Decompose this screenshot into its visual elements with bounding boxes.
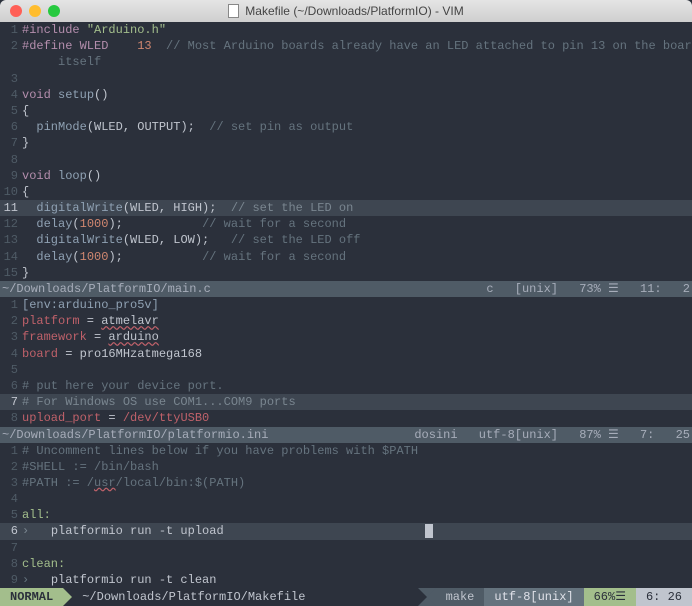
pane-statusbar-platformio-ini: ~/Downloads/PlatformIO/platformio.ini do…	[0, 427, 692, 443]
code-text: atmelavr	[101, 314, 159, 328]
editor-pane-makefile[interactable]: 1# Uncomment lines below if you have pro…	[0, 443, 692, 589]
file-path: ~/Downloads/PlatformIO/main.c	[2, 281, 211, 297]
code-text: }	[22, 266, 29, 280]
code-text: 1000	[80, 217, 109, 231]
pos-col: 2	[683, 282, 690, 296]
code-text: # Uncomment lines below if you have prob…	[22, 444, 418, 458]
zoom-icon[interactable]	[48, 5, 60, 17]
code-text: # For Windows OS use COM1...COM9 ports	[22, 395, 296, 409]
code-text: #PATH := /	[22, 476, 94, 490]
close-icon[interactable]	[10, 5, 22, 17]
encoding: [unix]	[515, 282, 558, 296]
code-text: digitalWrite	[36, 233, 122, 247]
separator-icon	[63, 588, 72, 606]
code-text: ()	[94, 88, 108, 102]
code-text: 1000	[80, 250, 109, 264]
tab-indicator: ›	[22, 573, 51, 587]
pos-line: 7:	[640, 428, 654, 442]
scroll-percent: 87%	[579, 428, 601, 442]
code-text: [env:arduino_pro5v]	[22, 298, 159, 312]
scroll-percent: 73%	[579, 282, 601, 296]
filetype: c	[486, 282, 493, 296]
code-text: framework	[22, 330, 87, 344]
code-text: platformio run -t clean	[51, 573, 217, 587]
code-text: void	[22, 169, 58, 183]
code-text: /local/bin:$(PATH)	[116, 476, 246, 490]
filetype: dosini	[414, 428, 457, 442]
code-text: board	[22, 347, 58, 361]
code-text: }	[22, 136, 29, 150]
window-title: Makefile (~/Downloads/PlatformIO) - VIM	[245, 3, 463, 19]
code-text: /dev/ttyUSB0	[123, 411, 209, 425]
code-text: clean:	[22, 557, 65, 571]
code-text: ()	[87, 169, 101, 183]
pane-statusbar-main-c: ~/Downloads/PlatformIO/main.c c [unix] 7…	[0, 281, 692, 297]
tab-indicator: ›	[22, 524, 51, 538]
code-text: {	[22, 104, 29, 118]
encoding: utf-8[unix]	[479, 428, 558, 442]
code-text: delay	[36, 217, 72, 231]
code-text: // set the LED off	[231, 233, 361, 247]
code-text: all:	[22, 508, 51, 522]
minimize-icon[interactable]	[29, 5, 41, 17]
code-text: usr	[94, 476, 116, 490]
code-text: digitalWrite	[36, 201, 122, 215]
pos-col: 25	[676, 428, 690, 442]
code-text: // wait for a second	[202, 250, 346, 264]
code-text: (WLED, HIGH);	[123, 201, 231, 215]
code-text: upload_port	[22, 411, 101, 425]
code-text: setup	[58, 88, 94, 102]
code-text: // set the LED on	[231, 201, 353, 215]
code-text: loop	[58, 169, 87, 183]
status-encoding: utf-8[unix]	[484, 588, 583, 606]
status-line: NORMAL ~/Downloads/PlatformIO/Makefile m…	[0, 588, 692, 606]
code-text: #SHELL := /bin/bash	[22, 460, 159, 474]
separator-icon	[418, 588, 436, 606]
status-filetype: make	[436, 588, 485, 606]
code-text: // Most Arduino boards already have an L…	[152, 39, 692, 53]
code-text: platformio run -t upload	[51, 524, 224, 538]
code-text: // wait for a second	[202, 217, 346, 231]
code-text: // set pin as output	[209, 120, 353, 134]
code-text: #include	[22, 23, 87, 37]
pos-line: 11:	[640, 282, 662, 296]
file-path: ~/Downloads/PlatformIO/platformio.ini	[2, 427, 268, 443]
status-percent: 66% ☰	[584, 588, 636, 606]
code-text: {	[22, 185, 29, 199]
status-path: ~/Downloads/PlatformIO/Makefile	[72, 588, 417, 606]
editor-pane-platformio-ini[interactable]: 1[env:arduino_pro5v] 2platform = atmelav…	[0, 297, 692, 427]
editor-pane-main-c[interactable]: 1#include "Arduino.h" 2#define WLED 13 /…	[0, 22, 692, 281]
code-text: delay	[36, 250, 72, 264]
window-titlebar: Makefile (~/Downloads/PlatformIO) - VIM	[0, 0, 692, 22]
code-text: pinMode	[36, 120, 86, 134]
code-text: itself	[22, 55, 101, 69]
code-text: void	[22, 88, 58, 102]
cursor-icon	[425, 524, 433, 538]
code-text: "Arduino.h"	[87, 23, 166, 37]
document-icon	[228, 4, 239, 18]
code-text: platform	[22, 314, 80, 328]
code-text: (WLED, OUTPUT);	[87, 120, 209, 134]
mode-indicator: NORMAL	[0, 588, 63, 606]
code-text: pro16MHzatmega168	[80, 347, 202, 361]
status-position: 6: 26	[636, 588, 692, 606]
code-text: arduino	[108, 330, 158, 344]
code-text: #define WLED	[22, 39, 137, 53]
code-text: 13	[137, 39, 151, 53]
code-text: # put here your device port.	[22, 379, 224, 393]
